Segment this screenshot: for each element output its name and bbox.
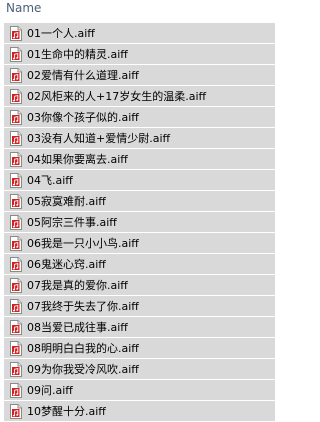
audio-file-icon: [10, 26, 22, 41]
file-name: 05寂寞难耐.aiff: [27, 195, 106, 208]
file-name: 06鬼迷心窍.aiff: [27, 258, 106, 271]
file-name: 09为你我受冷风吹.aiff: [27, 363, 139, 376]
audio-file-icon: [10, 299, 22, 314]
file-row[interactable]: 03你像个孩子似的.aiff: [4, 107, 275, 128]
audio-file-icon: [10, 194, 22, 209]
audio-file-icon: [10, 152, 22, 167]
file-list: 01一个人.aiff 01生命中的精灵.aiff 02爱情有什么道理.aiff …: [0, 23, 294, 422]
audio-file-icon: [10, 278, 22, 293]
audio-file-icon: [10, 110, 22, 125]
file-row[interactable]: 08当爱已成往事.aiff: [4, 317, 275, 338]
file-row[interactable]: 02风柜来的人+17岁女生的温柔.aiff: [4, 86, 275, 107]
file-name: 09问.aiff: [27, 384, 73, 397]
file-row[interactable]: 08明明白白我的心.aiff: [4, 338, 275, 359]
file-row[interactable]: 06我是一只小小鸟.aiff: [4, 233, 275, 254]
file-row[interactable]: 03没有人知道+爱情少尉.aiff: [4, 128, 275, 149]
file-row[interactable]: 09为你我受冷风吹.aiff: [4, 359, 275, 380]
file-name: 08当爱已成往事.aiff: [27, 321, 128, 334]
audio-file-icon: [10, 383, 22, 398]
audio-file-icon: [10, 131, 22, 146]
file-row[interactable]: 05寂寞难耐.aiff: [4, 191, 275, 212]
name-column-header[interactable]: Name: [6, 1, 41, 15]
file-name: 10梦醒十分.aiff: [27, 405, 106, 418]
file-name: 08明明白白我的心.aiff: [27, 342, 139, 355]
file-row[interactable]: 04飞.aiff: [4, 170, 275, 191]
audio-file-icon: [10, 236, 22, 251]
file-row[interactable]: 04如果你要离去.aiff: [4, 149, 275, 170]
file-row[interactable]: 09问.aiff: [4, 380, 275, 401]
audio-file-icon: [10, 362, 22, 377]
file-name: 02爱情有什么道理.aiff: [27, 69, 139, 82]
audio-file-icon: [10, 341, 22, 356]
audio-file-icon: [10, 173, 22, 188]
file-row[interactable]: 07我终于失去了你.aiff: [4, 296, 275, 317]
audio-file-icon: [10, 47, 22, 62]
file-row[interactable]: 10梦醒十分.aiff: [4, 401, 275, 422]
file-row[interactable]: 02爱情有什么道理.aiff: [4, 65, 275, 86]
file-row[interactable]: 05阿宗三件事.aiff: [4, 212, 275, 233]
file-name: 04如果你要离去.aiff: [27, 153, 128, 166]
audio-file-icon: [10, 89, 22, 104]
audio-file-icon: [10, 404, 22, 419]
column-header[interactable]: Name: [0, 0, 294, 22]
audio-file-icon: [10, 215, 22, 230]
audio-file-icon: [10, 257, 22, 272]
file-row[interactable]: 01生命中的精灵.aiff: [4, 44, 275, 65]
file-name: 05阿宗三件事.aiff: [27, 216, 117, 229]
file-name: 01生命中的精灵.aiff: [27, 48, 128, 61]
file-name: 03没有人知道+爱情少尉.aiff: [27, 132, 171, 145]
file-name: 06我是一只小小鸟.aiff: [27, 237, 139, 250]
file-row[interactable]: 06鬼迷心窍.aiff: [4, 254, 275, 275]
audio-file-icon: [10, 68, 22, 83]
file-name: 07我是真的爱你.aiff: [27, 279, 128, 292]
file-row[interactable]: 01一个人.aiff: [4, 23, 275, 44]
file-name: 04飞.aiff: [27, 174, 73, 187]
file-row[interactable]: 07我是真的爱你.aiff: [4, 275, 275, 296]
audio-file-icon: [10, 320, 22, 335]
file-name: 02风柜来的人+17岁女生的温柔.aiff: [27, 90, 207, 103]
file-name: 01一个人.aiff: [27, 27, 95, 40]
file-name: 07我终于失去了你.aiff: [27, 300, 139, 313]
file-name: 03你像个孩子似的.aiff: [27, 111, 139, 124]
